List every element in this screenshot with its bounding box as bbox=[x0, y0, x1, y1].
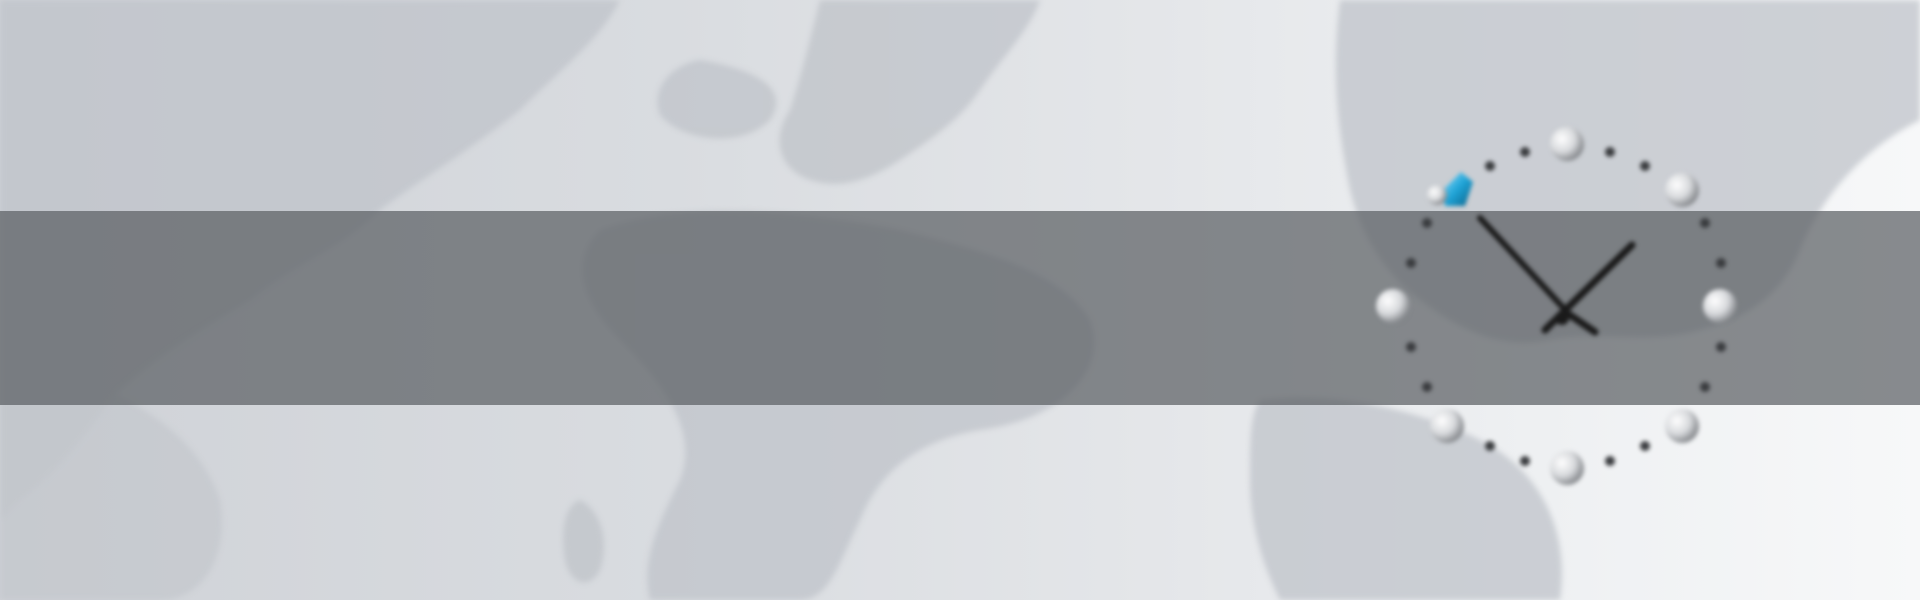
clock-hour-markers bbox=[1376, 127, 1737, 485]
hero-banner bbox=[0, 0, 1920, 600]
gem-icon bbox=[1443, 172, 1473, 206]
clock-icon bbox=[1376, 127, 1737, 485]
hour-marker-9 bbox=[1376, 289, 1410, 323]
hour-marker-12 bbox=[1550, 127, 1584, 161]
continent-island bbox=[563, 500, 604, 583]
continent-europe bbox=[779, 0, 1040, 184]
hour-marker-6 bbox=[1550, 451, 1584, 485]
hour-marker-1 bbox=[1665, 173, 1699, 207]
clock-minute-hand bbox=[1477, 215, 1573, 318]
clock-hands bbox=[1477, 215, 1636, 336]
continent-south-america bbox=[0, 380, 222, 600]
hour-marker-3 bbox=[1703, 289, 1737, 323]
hour-marker-7 bbox=[1430, 409, 1464, 443]
continent-greenland bbox=[657, 60, 777, 139]
clock-center bbox=[1555, 311, 1569, 325]
hour-marker-5 bbox=[1665, 409, 1699, 443]
